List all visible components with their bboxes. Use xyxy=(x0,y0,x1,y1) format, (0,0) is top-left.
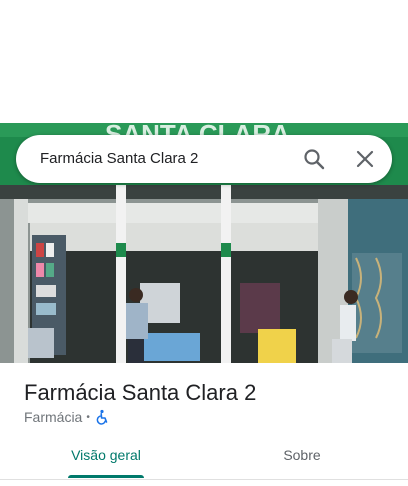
tab-overview[interactable]: Visão geral xyxy=(58,432,154,478)
search-input[interactable]: Farmácia Santa Clara 2 xyxy=(40,135,198,183)
wheelchair-icon xyxy=(96,409,108,425)
active-tab-indicator xyxy=(68,475,144,478)
meta-separator: • xyxy=(86,411,90,423)
search-bar[interactable]: Farmácia Santa Clara 2 xyxy=(16,135,392,183)
tabs-divider xyxy=(0,479,408,480)
close-icon xyxy=(356,150,374,168)
place-tabs: Visão geral Sobre xyxy=(0,432,408,480)
place-meta: Farmácia • xyxy=(24,408,110,426)
clear-search-button[interactable] xyxy=(349,143,381,175)
place-category: Farmácia xyxy=(24,409,83,425)
search-icon xyxy=(304,149,325,170)
search-button[interactable] xyxy=(298,143,330,175)
place-title: Farmácia Santa Clara 2 xyxy=(24,380,257,405)
tab-about[interactable]: Sobre xyxy=(252,432,352,478)
